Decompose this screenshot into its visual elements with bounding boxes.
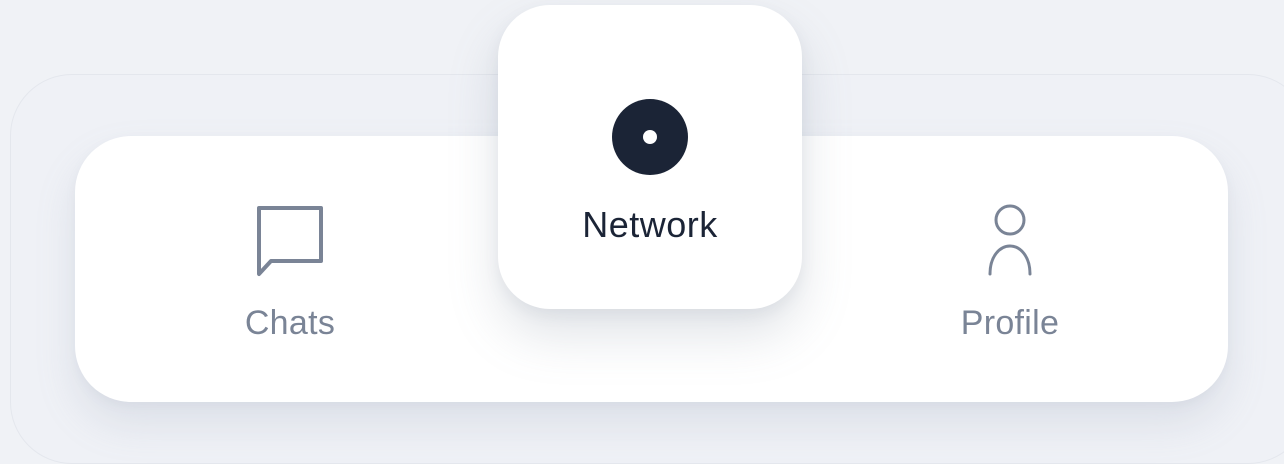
network-dot-icon	[612, 99, 688, 175]
tab-chats-label: Chats	[244, 304, 336, 342]
tab-network[interactable]: Network	[498, 5, 802, 309]
tab-profile[interactable]: Profile	[920, 204, 1100, 340]
tab-network-label: Network	[582, 204, 718, 245]
tab-profile-label: Profile	[960, 304, 1060, 342]
person-icon	[988, 204, 1032, 276]
chat-bubble-icon	[257, 206, 323, 276]
tab-chats[interactable]: Chats	[200, 204, 380, 340]
